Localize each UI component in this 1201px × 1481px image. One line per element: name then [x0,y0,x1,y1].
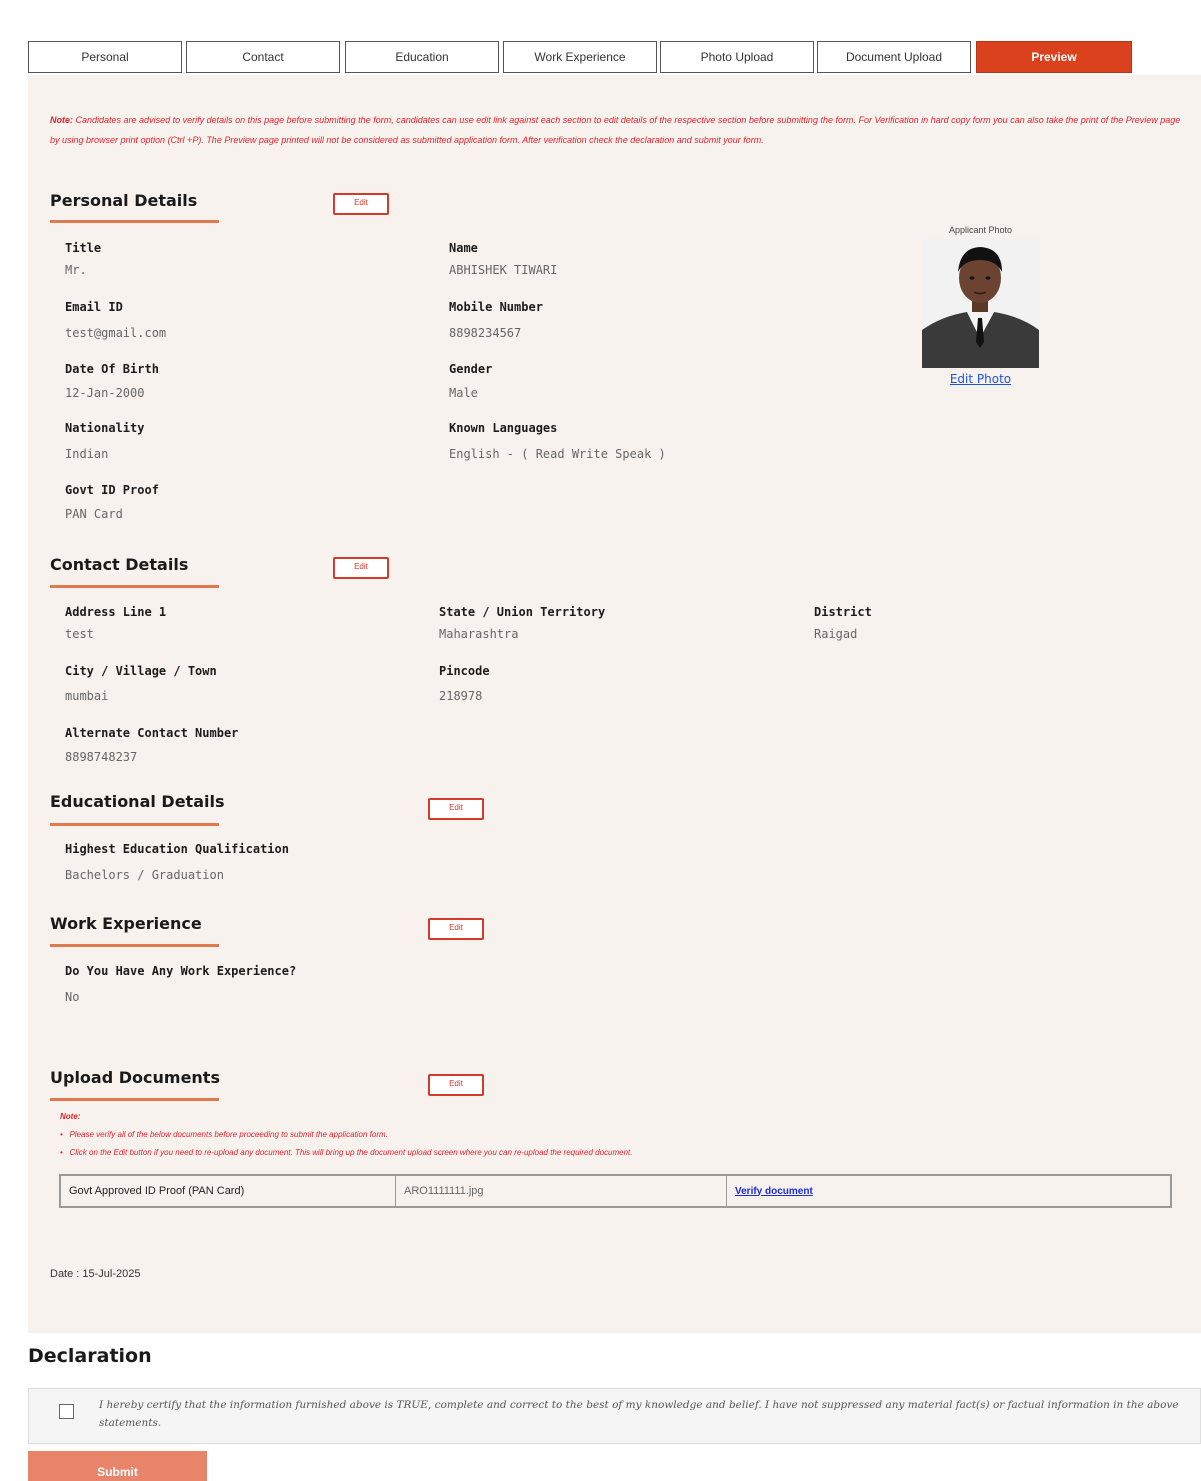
qualification-label: Highest Education Qualification [65,842,289,856]
alt-contact-label: Alternate Contact Number [65,726,239,740]
upload-documents-heading: Upload Documents [50,1068,220,1087]
section-underline [50,823,219,826]
address-value: test [65,627,94,641]
tab-photo-upload[interactable]: Photo Upload [660,41,814,73]
section-underline [50,1098,219,1101]
doc-name-cell: Govt Approved ID Proof (PAN Card) [61,1176,396,1206]
verify-document-link[interactable]: Verify document [727,1176,1170,1206]
personal-details-heading: Personal Details [50,191,198,210]
note-text: Candidates are advised to verify details… [50,115,1181,145]
email-value: test@gmail.com [65,326,167,340]
dob-label: Date Of Birth [65,362,159,376]
tab-contact[interactable]: Contact [186,41,340,73]
contact-details-heading: Contact Details [50,555,189,574]
govt-id-label: Govt ID Proof [65,483,159,497]
declaration-text: I hereby certify that the information fu… [99,1399,1179,1429]
dob-value: 12-Jan-2000 [65,386,145,400]
district-label: District [814,605,872,619]
mobile-value: 8898234567 [449,326,522,340]
mobile-label: Mobile Number [449,300,543,314]
state-label: State / Union Territory [439,605,606,619]
work-answer-value: No [65,990,80,1004]
name-label: Name [449,241,478,255]
languages-value: English - ( Read Write Speak ) [449,447,666,461]
qualification-value: Bachelors / Graduation [65,868,224,882]
name-value: ABHISHEK TIWARI [449,263,558,277]
doc-file-cell: ARO1111111.jpg [396,1176,727,1206]
pincode-value: 218978 [439,689,483,703]
state-value: Maharashtra [439,627,519,641]
tab-personal[interactable]: Personal [28,41,182,73]
edit-contact-button[interactable]: Edit [333,557,389,579]
declaration-heading: Declaration [28,1345,152,1367]
address-label: Address Line 1 [65,605,167,619]
edit-education-button[interactable]: Edit [428,798,484,820]
district-value: Raigad [814,627,858,641]
applicant-photo [922,238,1039,368]
edit-documents-button[interactable]: Edit [428,1074,484,1096]
tab-preview[interactable]: Preview [976,41,1132,73]
email-label: Email ID [65,300,123,314]
pincode-label: Pincode [439,664,490,678]
city-value: mumbai [65,689,109,703]
work-experience-heading: Work Experience [50,914,202,933]
gender-value: Male [449,386,478,400]
submission-date: Date : 15-Jul-2025 [50,1268,141,1280]
section-underline [50,585,219,588]
applicant-photo-caption: Applicant Photo [948,225,1013,235]
tab-work-experience[interactable]: Work Experience [503,41,657,73]
languages-label: Known Languages [449,421,558,435]
title-value: Mr. [65,263,87,277]
preview-note: Note: Candidates are advised to verify d… [50,110,1185,150]
step-tabs: Personal Contact Education Work Experien… [28,41,1132,75]
gender-label: Gender [449,362,493,376]
nationality-label: Nationality [65,421,145,435]
documents-note-text: Please verify all of the below documents… [69,1130,388,1139]
tab-education[interactable]: Education [345,41,499,73]
documents-note-title: Note: [60,1112,81,1121]
section-underline [50,944,219,947]
documents-note-item: • Click on the Edit button if you need t… [60,1148,632,1157]
note-prefix: Note: [50,115,73,125]
documents-note-item: • Please verify all of the below documen… [60,1130,388,1139]
applicant-photo-image [922,238,1039,368]
tab-document-upload[interactable]: Document Upload [817,41,971,73]
submit-button[interactable]: Submit [28,1451,207,1481]
edit-personal-button[interactable]: Edit [333,193,389,215]
alt-contact-value: 8898748237 [65,750,138,764]
nationality-value: Indian [65,447,109,461]
work-question-label: Do You Have Any Work Experience? [65,964,297,978]
documents-note-text: Click on the Edit button if you need to … [69,1148,633,1157]
title-label: Title [65,241,102,255]
section-underline [50,220,219,223]
edit-work-button[interactable]: Edit [428,918,484,940]
city-label: City / Village / Town [65,664,217,678]
declaration-checkbox[interactable] [59,1404,74,1419]
educational-details-heading: Educational Details [50,792,225,811]
documents-table: Govt Approved ID Proof (PAN Card) ARO111… [59,1174,1172,1208]
govt-id-value: PAN Card [65,507,123,521]
edit-photo-link[interactable]: Edit Photo [922,372,1039,386]
